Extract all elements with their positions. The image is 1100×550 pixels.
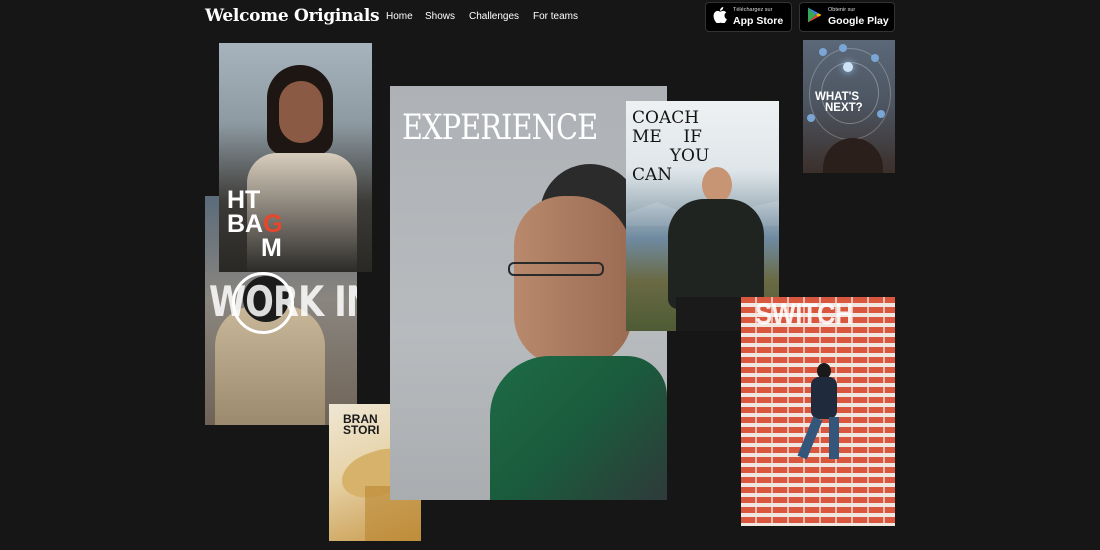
switch-title: SWITCH <box>755 298 854 331</box>
google-play-caption: Obtenir sur <box>828 7 856 13</box>
node-icon <box>807 114 815 122</box>
person-jacket <box>668 199 764 309</box>
person-body <box>811 377 837 419</box>
glasses-graphic <box>508 262 604 276</box>
app-store-label: App Store <box>733 14 784 27</box>
whats-next-title: WHAT'S NEXT? <box>815 91 863 114</box>
google-play-icon <box>807 7 822 28</box>
person-face <box>514 196 632 366</box>
nav-home[interactable]: Home <box>386 11 413 22</box>
show-card-htbag[interactable]: HT BAG M <box>219 43 372 272</box>
person-silhouette <box>823 138 883 173</box>
coach-title: COACH ME IF YOU CAN <box>632 108 710 186</box>
node-icon <box>839 44 847 52</box>
node-icon <box>871 54 879 62</box>
nav-shows[interactable]: Shows <box>425 11 455 22</box>
green-scarf <box>490 356 667 500</box>
glow-node <box>843 62 853 72</box>
google-play-label: Google Play <box>828 14 889 27</box>
page: Welcome Originals Home Shows Challenges … <box>0 0 1100 550</box>
brand-stories-title: BRAN STORI <box>343 412 380 438</box>
experience-title: EXPERIENCE <box>402 108 598 148</box>
person-leg <box>829 417 839 459</box>
brand-logo[interactable]: Welcome Originals <box>205 6 380 26</box>
htbag-title: HT BAG M <box>227 186 283 262</box>
node-icon <box>877 110 885 118</box>
show-card-whats-next[interactable]: WHAT'S NEXT? <box>803 40 895 173</box>
app-store-caption: Téléchargez sur <box>733 7 773 13</box>
apple-icon <box>713 6 727 28</box>
google-play-button[interactable]: Obtenir sur Google Play <box>799 2 895 32</box>
nav-challenges[interactable]: Challenges <box>469 11 519 22</box>
show-card-switch[interactable]: SWITCH <box>741 297 895 526</box>
node-icon <box>819 48 827 56</box>
work-in-title: WORK IN <box>209 277 357 326</box>
nav-for-teams[interactable]: For teams <box>533 11 578 22</box>
app-store-button[interactable]: Téléchargez sur App Store <box>705 2 792 32</box>
person-face <box>279 81 323 143</box>
